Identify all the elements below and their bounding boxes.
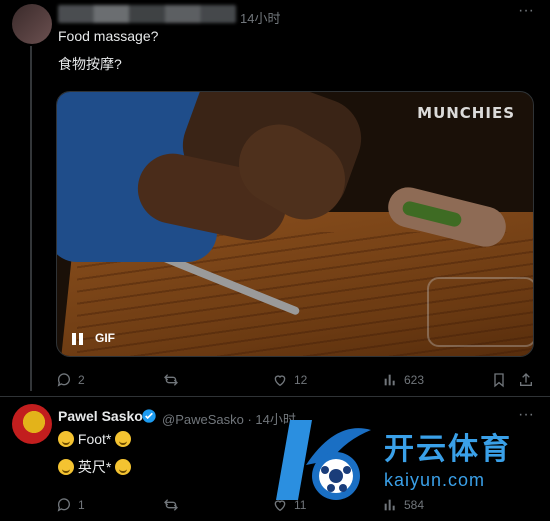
avatar[interactable] (12, 404, 52, 444)
reply-text-line1: Foot* (58, 431, 132, 447)
laughing-emoji-icon (58, 431, 74, 447)
bookmark-button[interactable] (491, 372, 507, 388)
redacted-author-name (58, 5, 236, 23)
retweet-icon (164, 374, 178, 386)
share-icon (520, 373, 532, 386)
gif-badge: GIF (95, 331, 115, 345)
retweet-button[interactable] (163, 497, 185, 513)
tweet-gif[interactable]: MUNCHIES GIF (56, 91, 534, 357)
tweet-actions: 2 12 623 (56, 372, 536, 392)
tweet-text-en: Food massage? (58, 28, 159, 44)
smile-emoji-icon (115, 431, 132, 447)
divider (0, 396, 550, 397)
retweet-icon (164, 499, 178, 511)
tweet-text-zh: 食物按摩? (58, 56, 122, 72)
like-button[interactable]: 12 (272, 372, 307, 388)
heart-icon (274, 375, 286, 387)
tweet-time[interactable]: 14小时 (240, 8, 280, 27)
analytics-icon (384, 374, 395, 386)
reply-author-name[interactable]: Pawel Sasko (58, 408, 143, 424)
share-button[interactable] (518, 372, 534, 388)
pause-icon[interactable] (67, 330, 89, 348)
kaiyun-brand-text: 开云体育 (384, 433, 512, 466)
retweet-button[interactable] (163, 372, 185, 388)
views-button[interactable]: 623 (382, 372, 424, 388)
smile-emoji-icon (115, 459, 132, 475)
bookmark-icon (494, 373, 504, 388)
reply-button[interactable]: 1 (56, 497, 85, 513)
verified-badge-icon (142, 409, 156, 423)
kaiyun-watermark: 开云体育 kaiyun.com (276, 410, 546, 518)
reply-text-line2: 英尺* (58, 457, 132, 477)
glass-bowl (427, 277, 533, 347)
reply-icon (57, 498, 70, 512)
more-options-icon[interactable]: ··· (518, 2, 534, 20)
laughing-emoji-icon (58, 459, 74, 475)
avatar[interactable] (12, 4, 52, 44)
reply-button[interactable]: 2 (56, 372, 85, 388)
kaiyun-logo-icon (276, 420, 371, 500)
reply-icon (57, 373, 70, 387)
thread-line (30, 46, 32, 391)
kaiyun-url: kaiyun.com (384, 470, 486, 490)
munchies-watermark: MUNCHIES (417, 104, 515, 122)
